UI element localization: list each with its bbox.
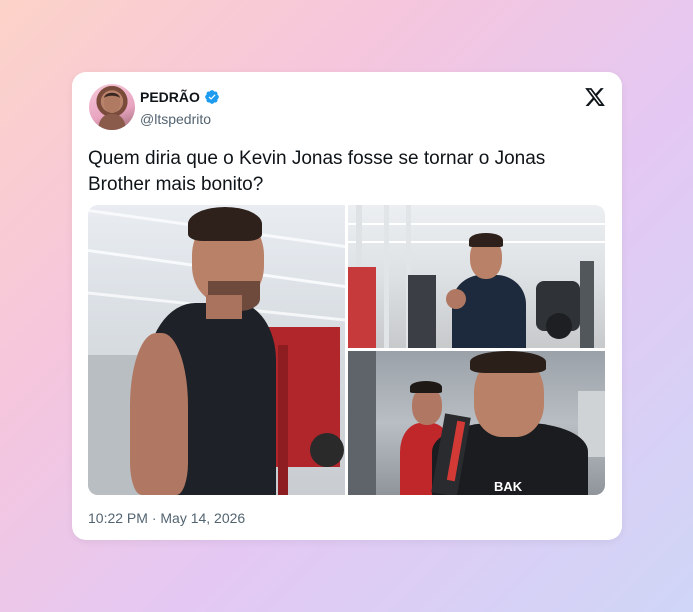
author-handle[interactable]: @ltspedrito bbox=[140, 111, 211, 127]
tweet-card: PEDRÃO @ltspedrito Quem diria que o Kevi… bbox=[72, 72, 622, 540]
tweet-timestamp[interactable]: 10:22 PM · May 14, 2026 bbox=[88, 510, 245, 526]
shirt-logo-text: BAK bbox=[494, 479, 523, 494]
photo-1[interactable] bbox=[88, 205, 345, 495]
photo-3[interactable]: BAK bbox=[348, 351, 605, 495]
x-logo-icon[interactable] bbox=[584, 86, 606, 108]
tweet-text: Quem diria que o Kevin Jonas fosse se to… bbox=[88, 148, 546, 195]
photo-2[interactable] bbox=[348, 205, 605, 348]
verified-badge-icon bbox=[205, 90, 219, 104]
avatar[interactable] bbox=[89, 84, 135, 130]
media-grid: BAK bbox=[88, 205, 605, 495]
author-name-row: PEDRÃO bbox=[140, 89, 220, 105]
author-name[interactable]: PEDRÃO bbox=[140, 89, 200, 105]
avatar-portrait bbox=[98, 92, 126, 130]
